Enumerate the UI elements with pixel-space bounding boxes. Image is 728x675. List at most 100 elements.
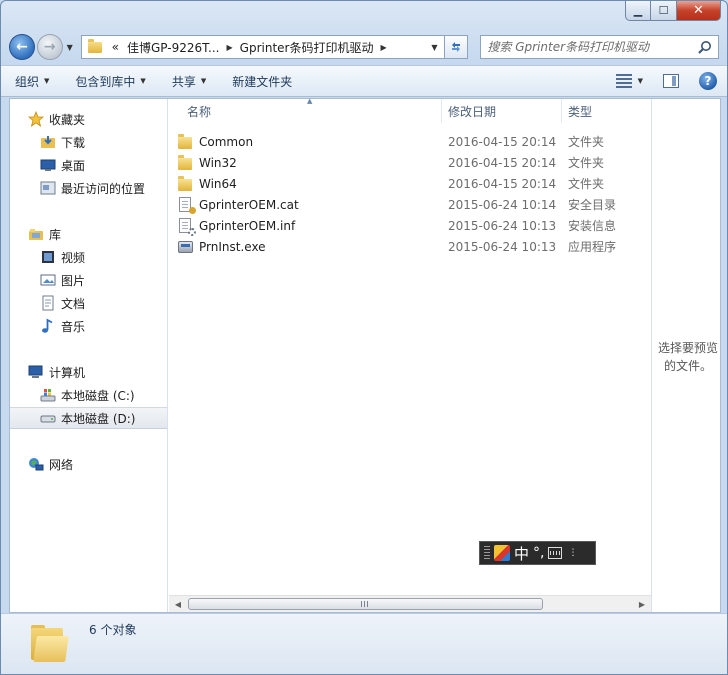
share-button[interactable]: 共享 ▼: [172, 73, 206, 90]
music-note-icon: [40, 318, 56, 334]
navigation-pane: 收藏夹 下载 桌面 最近访问的位置 库 视频 图片 文档 音乐 计算机 本地磁盘…: [10, 99, 168, 612]
address-bar[interactable]: « 佳博GP-9226T... ▶ Gprinter条码打印机驱动 ▶ ▼: [80, 35, 445, 59]
file-type: 安全目录: [568, 198, 617, 212]
ime-logo-icon[interactable]: [494, 545, 510, 561]
include-in-library-button[interactable]: 包含到库中 ▼: [75, 73, 145, 90]
forward-button[interactable]: →: [36, 34, 63, 60]
folder-icon: [177, 154, 193, 171]
file-row-common[interactable]: Common 2016-04-15 20:14 文件夹: [177, 131, 637, 152]
sidebar-item-label: 下载: [61, 135, 86, 150]
recent-pages-dropdown[interactable]: ▼: [65, 43, 75, 52]
sidebar-item-downloads[interactable]: 下载: [10, 131, 167, 153]
help-icon[interactable]: ?: [699, 72, 717, 90]
file-row-win32[interactable]: Win32 2016-04-15 20:14 文件夹: [177, 152, 637, 173]
preview-pane-icon[interactable]: [663, 74, 679, 88]
file-date: 2015-06-24 10:14: [448, 197, 557, 212]
scrollbar-thumb[interactable]: [188, 598, 543, 610]
sidebar-item-label: 桌面: [61, 158, 86, 173]
sidebar-item-label: 音乐: [61, 319, 86, 334]
chevron-right-icon[interactable]: ▶: [224, 43, 236, 52]
address-segment-current[interactable]: Gprinter条码打印机驱动: [236, 39, 378, 56]
caption-buttons: ▁ ☐ ✕: [625, 1, 721, 21]
file-row-gprinteroem-inf[interactable]: GprinterOEM.inf 2015-06-24 10:13 安装信息: [177, 215, 637, 236]
file-row-gprinteroem-cat[interactable]: GprinterOEM.cat 2015-06-24 10:14 安全目录: [177, 194, 637, 215]
keyboard-icon[interactable]: [548, 547, 563, 559]
minimize-button[interactable]: ▁: [625, 1, 651, 21]
sidebar-item-drive-c[interactable]: 本地磁盘 (C:): [10, 384, 167, 406]
chevron-down-icon: ▼: [44, 77, 50, 85]
sidebar-item-music[interactable]: 音乐: [10, 315, 167, 337]
file-type: 文件夹: [568, 177, 605, 191]
file-row-win64[interactable]: Win64 2016-04-15 20:14 文件夹: [177, 173, 637, 194]
sidebar-item-label: 库: [49, 227, 62, 242]
column-divider[interactable]: [561, 99, 562, 123]
sidebar-item-desktop[interactable]: 桌面: [10, 154, 167, 176]
sidebar-item-videos[interactable]: 视频: [10, 246, 167, 268]
preview-placeholder-text: 选择要预览 的文件。: [656, 339, 720, 375]
recent-places-icon: [40, 180, 56, 196]
file-name: Win32: [199, 155, 237, 170]
star-icon: [28, 111, 44, 127]
chevron-down-icon: ▼: [200, 77, 207, 85]
column-header-type[interactable]: 类型: [568, 99, 648, 123]
search-icon[interactable]: [697, 40, 712, 55]
refresh-button[interactable]: [444, 35, 469, 59]
file-row-prninst-exe[interactable]: PrnInst.exe 2015-06-24 10:13 应用程序: [177, 236, 637, 257]
file-type: 文件夹: [568, 135, 605, 149]
ime-language-mode[interactable]: 中: [514, 543, 529, 564]
hard-drive-icon: [40, 410, 56, 426]
scroll-right-button[interactable]: ▶: [635, 598, 649, 610]
address-overflow-button[interactable]: «: [108, 40, 123, 54]
search-input[interactable]: [487, 37, 698, 57]
file-name-cell: GprinterOEM.inf: [177, 218, 295, 236]
chevron-right-icon[interactable]: ▶: [377, 43, 389, 52]
address-segment-parent[interactable]: 佳博GP-9226T...: [123, 39, 224, 56]
scroll-left-button[interactable]: ◀: [171, 598, 185, 610]
content-area: 收藏夹 下载 桌面 最近访问的位置 库 视频 图片 文档 音乐 计算机 本地磁盘…: [9, 97, 721, 613]
sidebar-item-network[interactable]: 网络: [10, 453, 167, 475]
details-pane: 6 个对象: [1, 613, 727, 674]
close-button[interactable]: ✕: [677, 1, 721, 21]
maximize-button[interactable]: ☐: [651, 1, 677, 21]
change-view-icon[interactable]: [615, 74, 632, 88]
file-name-cell: Common: [177, 133, 253, 150]
sidebar-item-drive-d[interactable]: 本地磁盘 (D:): [10, 407, 167, 429]
column-header-date[interactable]: 修改日期: [448, 99, 560, 123]
new-folder-label: 新建文件夹: [232, 74, 293, 89]
preview-pane: 选择要预览 的文件。: [651, 99, 720, 612]
sidebar-item-favorites[interactable]: 收藏夹: [10, 108, 167, 130]
ime-drag-handle[interactable]: [484, 546, 490, 560]
share-label: 共享: [171, 74, 196, 89]
sidebar-item-libraries[interactable]: 库: [10, 223, 167, 245]
address-dropdown-icon[interactable]: ▼: [431, 43, 437, 52]
column-header-name[interactable]: 名称: [187, 99, 441, 123]
item-count: 6 个对象: [89, 623, 137, 637]
organize-button[interactable]: 组织 ▼: [15, 73, 49, 90]
preview-text-line: 选择要预览: [657, 341, 718, 355]
preview-text-line: 的文件。: [663, 359, 712, 373]
libraries-icon: [28, 226, 44, 242]
ime-options-icon[interactable]: ⋮: [568, 548, 577, 558]
file-type: 应用程序: [568, 240, 617, 254]
folder-large-icon: [29, 622, 69, 662]
file-name-cell: GprinterOEM.cat: [177, 197, 299, 214]
setup-info-file-icon: [177, 218, 196, 236]
ime-punctuation-mode[interactable]: °,: [533, 545, 544, 561]
sidebar-item-label: 网络: [49, 457, 74, 472]
file-type: 安装信息: [568, 219, 617, 233]
sidebar-item-documents[interactable]: 文档: [10, 292, 167, 314]
sidebar-item-recent-places[interactable]: 最近访问的位置: [10, 177, 167, 199]
sidebar-item-computer[interactable]: 计算机: [10, 361, 167, 383]
desktop-icon: [40, 157, 56, 173]
file-name-cell: Win32: [177, 154, 237, 171]
file-name: Win64: [199, 176, 237, 191]
folder-icon: [87, 38, 102, 53]
search-box: [480, 35, 719, 59]
sidebar-item-pictures[interactable]: 图片: [10, 269, 167, 291]
folder-icon: [177, 175, 193, 192]
back-button[interactable]: ←: [9, 34, 35, 60]
view-options-dropdown[interactable]: ▼: [638, 77, 643, 85]
column-divider[interactable]: [441, 99, 442, 123]
horizontal-scrollbar[interactable]: ◀ ▶: [169, 595, 651, 612]
new-folder-button[interactable]: 新建文件夹: [232, 73, 292, 90]
